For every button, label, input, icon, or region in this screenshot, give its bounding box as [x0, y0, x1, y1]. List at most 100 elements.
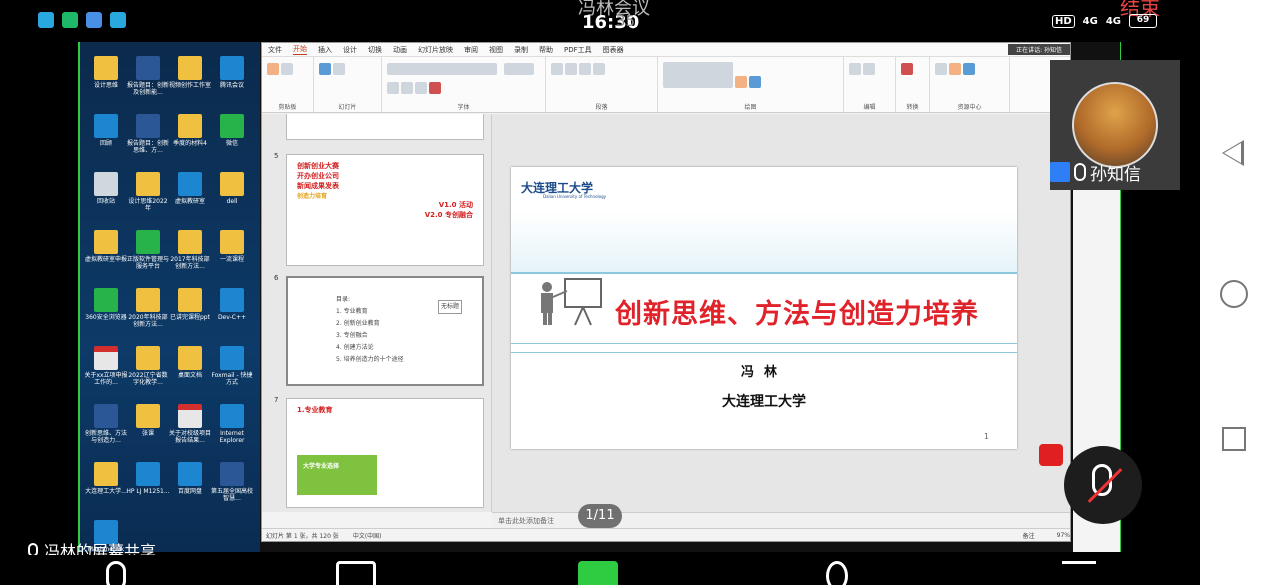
menu-tab[interactable]: 设计	[343, 45, 357, 55]
slide-thumbnail-selected[interactable]: 目录: 1. 专业教育 2. 创新创业教育 3. 专创融合 4. 创建方法论 5…	[286, 276, 484, 386]
menu-tab[interactable]: 动画	[393, 45, 407, 55]
desktop-icon[interactable]: 一流课程	[210, 230, 254, 263]
underline-icon[interactable]	[415, 82, 427, 94]
ribbon-group-convert[interactable]: 转换	[896, 57, 930, 112]
desktop-icon[interactable]: 百度网盘	[168, 462, 212, 495]
desktop-icon[interactable]: 关于xx立项申报工作的...	[84, 346, 128, 386]
desktop-icon[interactable]: Dev-C++	[210, 288, 254, 321]
ribbon-group-font[interactable]: 字体	[382, 57, 546, 112]
ribbon-group-label: 幻灯片	[338, 104, 357, 111]
toolbar-more-icon[interactable]	[1062, 561, 1096, 585]
slide-canvas[interactable]: 大连理工大学 Dalian University of Technology 创…	[492, 114, 1070, 512]
desktop-icon[interactable]: 正版软件管理与服务平台	[126, 230, 170, 270]
desktop-icon[interactable]: 关于对校级项目报告结果...	[168, 404, 212, 444]
numbering-icon[interactable]	[565, 63, 577, 75]
desktop-icon[interactable]: 腾讯会议	[210, 56, 254, 89]
find-icon[interactable]	[849, 63, 861, 75]
desktop-icon[interactable]: Foxmail - 快捷方式	[210, 346, 254, 386]
paste-icon[interactable]	[267, 63, 279, 75]
toolbar-share-icon[interactable]	[578, 561, 618, 585]
recents-icon[interactable]	[1222, 427, 1246, 451]
menu-tab[interactable]: 帮助	[539, 45, 553, 55]
menu-tab[interactable]: 图表器	[603, 45, 624, 55]
desktop-icon[interactable]: 360安全浏览器	[84, 288, 128, 321]
desktop-icon[interactable]: 创新思维、方法与创造力...	[84, 404, 128, 444]
resource-icon[interactable]	[935, 63, 947, 75]
desktop-icon[interactable]: dell	[210, 172, 254, 205]
home-icon[interactable]	[1220, 280, 1248, 308]
desktop-icon[interactable]: 2020年科技部创新方法...	[126, 288, 170, 328]
back-icon[interactable]	[1222, 140, 1244, 166]
bullets-icon[interactable]	[551, 63, 563, 75]
menu-tab[interactable]: PDF工具	[564, 45, 592, 55]
font-color-icon[interactable]	[429, 82, 441, 94]
desktop-icon[interactable]: Internet Explorer	[210, 404, 254, 444]
desktop-icon[interactable]: 2022辽宁省数字化教学...	[126, 346, 170, 386]
menu-tab[interactable]: 切换	[368, 45, 382, 55]
desktop-icon[interactable]: 虚拟教研室	[168, 172, 212, 205]
resource-icon[interactable]	[963, 63, 975, 75]
bold-icon[interactable]	[387, 82, 399, 94]
quick-styles-icon[interactable]	[749, 76, 761, 88]
menu-tab[interactable]: 幻灯片放映	[418, 45, 453, 55]
desktop-icon[interactable]: 设计思维2022年	[126, 172, 170, 212]
shapes-gallery[interactable]	[663, 62, 733, 88]
pdf-icon[interactable]	[901, 63, 913, 75]
desktop-icon[interactable]: 报告题目：创新思维、方...	[126, 114, 170, 154]
slide-thumbnail[interactable]	[286, 114, 484, 140]
zoom-level[interactable]: 97%	[1057, 532, 1070, 539]
align-icon[interactable]	[579, 63, 591, 75]
replace-icon[interactable]	[863, 63, 875, 75]
ribbon-group-drawing[interactable]: 绘图	[658, 57, 844, 112]
slide-thumbnail[interactable]: 1.专业教育 大学专业选择	[286, 398, 484, 508]
current-slide[interactable]: 大连理工大学 Dalian University of Technology 创…	[511, 167, 1017, 449]
desktop-icon[interactable]: 大连理工大学...	[84, 462, 128, 495]
mute-button[interactable]	[1064, 446, 1142, 524]
ribbon-group-slides[interactable]: 幻灯片	[314, 57, 382, 112]
desktop-icon[interactable]: 回顾	[84, 114, 128, 147]
notes-toggle[interactable]: 备注	[1023, 531, 1035, 540]
desktop-icon[interactable]: 虚拟教研室申报	[84, 230, 128, 263]
cut-icon[interactable]	[281, 63, 293, 75]
ppt-ribbon: 剪贴板 幻灯片 字体 段落 绘图 编辑 转换 资源中心	[262, 57, 1070, 113]
ribbon-group-resources[interactable]: 资源中心	[930, 57, 1010, 112]
layout-icon[interactable]	[333, 63, 345, 75]
menu-tab[interactable]: 插入	[318, 45, 332, 55]
desktop-icon[interactable]: 视频创作工作室	[168, 56, 212, 89]
desktop-icon[interactable]: 桌面文档	[168, 346, 212, 379]
desktop-icon[interactable]: 设计思维	[84, 56, 128, 89]
italic-icon[interactable]	[401, 82, 413, 94]
thumbnail-text: 开办创业公司	[297, 172, 339, 180]
menu-tab[interactable]: 审阅	[464, 45, 478, 55]
desktop-icon[interactable]: HP LJ M1251...	[126, 462, 170, 495]
desktop-icon[interactable]: 报告题目：创新及创新能...	[126, 56, 170, 96]
participant-tile[interactable]: 孙知信	[1050, 60, 1180, 190]
desktop-icon[interactable]: 季度的材料4	[168, 114, 212, 147]
ribbon-group-clipboard[interactable]: 剪贴板	[262, 57, 314, 112]
menu-tab[interactable]: 开始	[293, 44, 307, 55]
toolbar-camera-icon[interactable]	[336, 561, 376, 585]
desktop-icon[interactable]: 回收站	[84, 172, 128, 205]
ribbon-group-editing[interactable]: 编辑	[844, 57, 896, 112]
folder-icon	[136, 172, 160, 196]
arrange-icon[interactable]	[735, 76, 747, 88]
ribbon-group-paragraph[interactable]: 段落	[546, 57, 658, 112]
new-slide-icon[interactable]	[319, 63, 331, 75]
folder-icon	[178, 56, 202, 80]
red-envelope-icon[interactable]	[1039, 444, 1063, 466]
desktop-icon[interactable]: 张课	[126, 404, 170, 437]
desktop-icon[interactable]: 微信	[210, 114, 254, 147]
font-size-select[interactable]	[504, 63, 535, 75]
slide-thumbnail[interactable]: 创新创业大赛 开办创业公司 新闻成果发表 创造力培育 V1.0 活动 V2.0 …	[286, 154, 484, 266]
desktop-icon[interactable]: 已讲完课程ppt	[168, 288, 212, 321]
desktop-icon[interactable]: 2017年科技部创新方法...	[168, 230, 212, 270]
font-select[interactable]	[387, 63, 497, 75]
toolbar-mic-icon[interactable]	[106, 561, 126, 585]
menu-tab[interactable]: 录制	[514, 45, 528, 55]
menu-tab[interactable]: 视图	[489, 45, 503, 55]
toolbar-participants-icon[interactable]	[826, 561, 848, 585]
resource-icon[interactable]	[949, 63, 961, 75]
desktop-icon[interactable]: 第五届全国高校智慧...	[210, 462, 254, 502]
menu-tab[interactable]: 文件	[268, 45, 282, 55]
columns-icon[interactable]	[593, 63, 605, 75]
